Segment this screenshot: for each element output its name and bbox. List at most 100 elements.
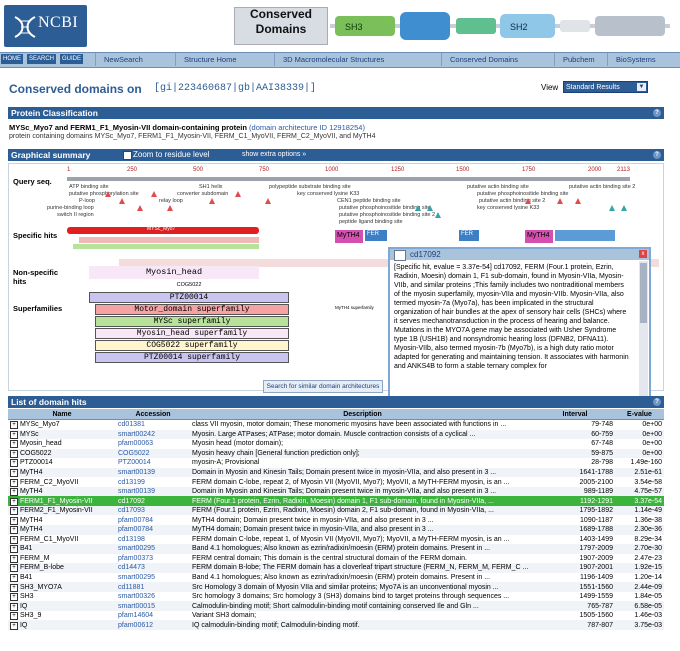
table-row[interactable]: + FERM_B-lobe cd14473 FERM domain B-lobe; … bbox=[8, 563, 664, 573]
expand-icon[interactable]: + bbox=[10, 469, 18, 477]
nonspecific-hit-myosin-head[interactable]: Myosin_head bbox=[89, 266, 259, 279]
column-header-accession[interactable]: Accession bbox=[116, 409, 190, 420]
accession-link[interactable]: smart00326 bbox=[116, 592, 190, 602]
accession-link[interactable]: cd17093 bbox=[116, 505, 190, 516]
accession-link[interactable]: cd17092 bbox=[116, 496, 190, 506]
accession-link[interactable]: smart00295 bbox=[116, 544, 190, 554]
expand-icon[interactable]: + bbox=[10, 430, 18, 439]
accession-link[interactable]: pfam00612 bbox=[116, 620, 190, 631]
table-row[interactable]: + COG5022 COG5022 Myosin heavy chain [Gene… bbox=[8, 448, 664, 459]
accession-link[interactable]: PTZ00014 bbox=[116, 458, 190, 468]
table-row[interactable]: + SH3 smart00326 Src homology 3 domains; S… bbox=[8, 592, 664, 602]
nav-new-search[interactable]: NewSearch bbox=[95, 53, 143, 66]
search-similar-architectures-button[interactable]: Search for similar domain architectures bbox=[263, 380, 383, 393]
expand-icon[interactable]: + bbox=[10, 516, 18, 525]
expand-icon[interactable]: + bbox=[10, 612, 18, 621]
close-icon[interactable]: x bbox=[639, 250, 647, 258]
accession-link[interactable]: pfam00784 bbox=[116, 525, 190, 535]
accession-link[interactable]: cd11881 bbox=[116, 582, 190, 592]
extra-options-link[interactable]: show extra options » bbox=[242, 151, 306, 158]
specific-hit-myth4[interactable]: MyTH4 bbox=[335, 230, 363, 243]
site-marker[interactable] bbox=[525, 198, 531, 204]
specific-hit-ferm[interactable]: FER bbox=[365, 230, 387, 241]
superfamily-myosin-head[interactable]: Myosin_head superfamily bbox=[95, 328, 289, 339]
expand-icon[interactable]: + bbox=[10, 554, 18, 563]
site-marker[interactable] bbox=[265, 198, 271, 204]
help-icon[interactable]: ? bbox=[653, 109, 661, 117]
expand-icon[interactable]: + bbox=[10, 574, 18, 583]
site-marker[interactable] bbox=[575, 198, 581, 204]
nav-home[interactable]: HOME bbox=[1, 54, 23, 64]
expand-icon[interactable]: + bbox=[10, 545, 18, 554]
drag-handle-icon[interactable] bbox=[394, 250, 406, 261]
site-marker[interactable] bbox=[609, 205, 615, 211]
expand-icon[interactable]: + bbox=[10, 564, 18, 573]
scrollbar-thumb[interactable] bbox=[640, 263, 647, 323]
nav-biosystems[interactable]: BioSystems bbox=[607, 53, 656, 66]
table-row[interactable]: + FERM2_F1_Myosin-VII cd17093 FERM (Four.1… bbox=[8, 505, 664, 516]
table-row[interactable]: + FERM1_F1_Myosin-VII cd17092 FERM (Four.1… bbox=[8, 496, 664, 506]
accession-link[interactable]: cd13198 bbox=[116, 535, 190, 545]
column-header-description[interactable]: Description bbox=[190, 409, 535, 420]
table-row[interactable]: + MyTH4 pfam00784 MyTH4 domain; Domain pre… bbox=[8, 525, 664, 535]
specific-hit-ferm-c2[interactable] bbox=[555, 230, 615, 241]
table-row[interactable]: + IQ pfam00612 IQ calmodulin-binding motif… bbox=[8, 620, 664, 631]
superfamily-cog5022[interactable]: COG5022 superfamily bbox=[95, 340, 289, 351]
accession-link[interactable]: smart00242 bbox=[116, 429, 190, 440]
site-marker[interactable] bbox=[557, 198, 563, 204]
expand-icon[interactable]: + bbox=[10, 602, 18, 611]
accession-link[interactable]: cd01381 bbox=[116, 420, 190, 430]
superfamily-ptz00014-2[interactable]: PTZ00014 superfamily bbox=[95, 352, 289, 363]
accession-link[interactable]: pfam14604 bbox=[116, 611, 190, 621]
table-row[interactable]: + IQ smart00015 Calmodulin-binding motif; … bbox=[8, 601, 664, 611]
superfamily-myth4[interactable]: MyTH4 superfamily bbox=[335, 304, 395, 312]
nav-pubchem[interactable]: Pubchem bbox=[554, 53, 595, 66]
help-icon[interactable]: ? bbox=[653, 151, 661, 159]
expand-icon[interactable]: + bbox=[10, 621, 18, 630]
nav-3d-structures[interactable]: 3D Macromolecular Structures bbox=[274, 53, 384, 66]
superfamily-ptz00014[interactable]: PTZ00014 bbox=[89, 292, 289, 303]
accession-link[interactable]: cd13199 bbox=[116, 477, 190, 487]
table-row[interactable]: + FERM_M pfam00373 FERM central domain; Th… bbox=[8, 554, 664, 564]
table-row[interactable]: + FERM_C2_MyoVII cd13199 FERM domain C-lob… bbox=[8, 477, 664, 487]
superfamily-mysc[interactable]: MYSc superfamily bbox=[95, 316, 289, 327]
site-marker[interactable] bbox=[235, 191, 241, 197]
expand-icon[interactable]: + bbox=[10, 497, 18, 506]
page-title-sequence-id[interactable]: [gi|223460687|gb|AAI38339|] bbox=[154, 83, 316, 94]
site-marker[interactable] bbox=[435, 212, 441, 218]
table-row[interactable]: + MYSc_Myo7 cd01381 class VII myosin, moto… bbox=[8, 420, 664, 430]
expand-icon[interactable]: + bbox=[10, 459, 18, 468]
accession-link[interactable]: smart00139 bbox=[116, 467, 190, 478]
site-marker[interactable] bbox=[415, 205, 421, 211]
table-row[interactable]: + SH3_MYO7A cd11881 Src Homology 3 domain … bbox=[8, 582, 664, 592]
nav-structure-home[interactable]: Structure Home bbox=[175, 53, 237, 66]
accession-link[interactable]: smart00295 bbox=[116, 573, 190, 583]
expand-icon[interactable]: + bbox=[10, 478, 18, 487]
site-marker[interactable] bbox=[167, 205, 173, 211]
accession-link[interactable]: pfam00063 bbox=[116, 439, 190, 449]
accession-link[interactable]: smart00139 bbox=[116, 486, 190, 497]
table-row[interactable]: + B41 smart00295 Band 4.1 homologues; Also… bbox=[8, 544, 664, 554]
nav-guide[interactable]: GUIDE bbox=[60, 54, 84, 64]
superfamily-motor-domain[interactable]: Motor_domain superfamily bbox=[95, 304, 289, 315]
column-header-evalue[interactable]: E-value bbox=[615, 409, 664, 420]
site-marker[interactable] bbox=[137, 205, 143, 211]
zoom-checkbox[interactable] bbox=[123, 151, 132, 160]
expand-icon[interactable]: + bbox=[10, 421, 18, 430]
view-select[interactable]: Standard Results ▼ bbox=[563, 81, 648, 93]
table-row[interactable]: + B41 smart00295 Band 4.1 homologues; Also… bbox=[8, 573, 664, 583]
accession-link[interactable]: pfam00373 bbox=[116, 554, 190, 564]
expand-icon[interactable]: + bbox=[10, 488, 18, 497]
expand-icon[interactable]: + bbox=[10, 535, 18, 544]
site-marker[interactable] bbox=[621, 205, 627, 211]
specific-hit-band[interactable] bbox=[79, 237, 259, 243]
table-row[interactable]: + FERM_C1_MyoVII cd13198 FERM domain C-lob… bbox=[8, 535, 664, 545]
accession-link[interactable]: pfam00784 bbox=[116, 515, 190, 525]
specific-hit-band[interactable] bbox=[73, 244, 259, 249]
table-row[interactable]: + MYSc smart00242 Myosin. Large ATPases; A… bbox=[8, 429, 664, 440]
site-marker[interactable] bbox=[209, 198, 215, 204]
nav-search[interactable]: SEARCH bbox=[27, 54, 57, 64]
site-marker[interactable] bbox=[151, 191, 157, 197]
nonspecific-hit-cog5022[interactable]: COG5022 bbox=[89, 281, 289, 290]
expand-icon[interactable]: + bbox=[10, 526, 18, 535]
